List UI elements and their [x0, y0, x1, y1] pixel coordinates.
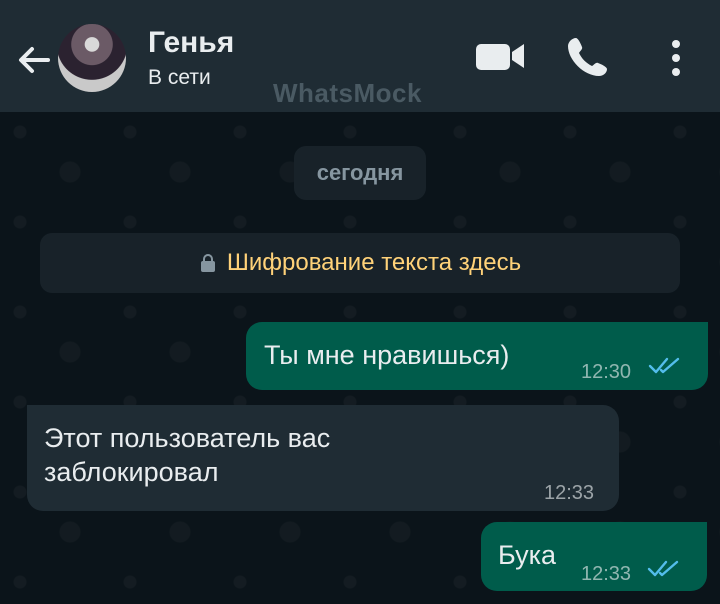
contact-avatar[interactable]: [58, 24, 126, 92]
message-incoming[interactable]: Этот пользователь вас заблокировал 12:33: [27, 405, 619, 511]
contact-name[interactable]: Генья: [148, 26, 234, 60]
online-status: В сети: [148, 66, 211, 89]
read-receipt-icon: [648, 357, 680, 374]
date-separator: сегодня: [294, 146, 426, 200]
lock-icon: [200, 254, 215, 272]
phone-icon[interactable]: [566, 34, 610, 78]
encryption-notice[interactable]: Шифрование текста здесь: [40, 233, 680, 293]
message-time: 12:33: [544, 482, 595, 504]
message-outgoing[interactable]: Ты мне нравишься) 12:30: [246, 322, 708, 390]
message-text: Ты мне нравишься): [264, 340, 510, 370]
video-call-icon[interactable]: [474, 36, 526, 76]
arrow-left-icon[interactable]: [14, 40, 54, 80]
message-text: Бука: [498, 540, 557, 570]
message-outgoing[interactable]: Бука 12:33: [481, 522, 707, 591]
encryption-notice-text: Шифрование текста здесь: [226, 249, 522, 276]
message-time: 12:33: [581, 563, 632, 585]
more-vertical-icon[interactable]: [664, 36, 688, 80]
message-time: 12:30: [581, 361, 632, 383]
read-receipt-icon: [647, 560, 679, 577]
message-text: Этот пользователь вас заблокировал: [44, 423, 331, 487]
app-watermark: WhatsMock: [273, 78, 422, 108]
